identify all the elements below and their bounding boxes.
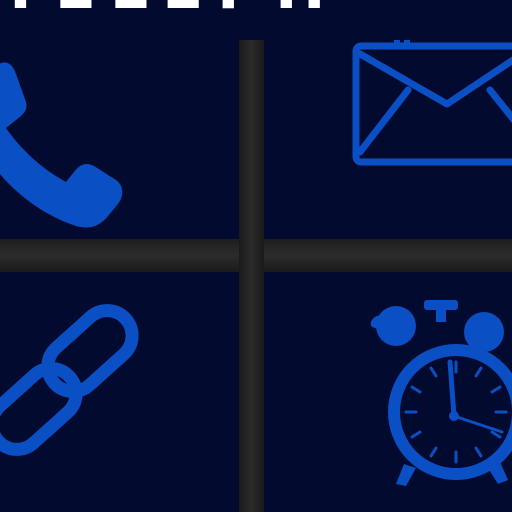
link-tile[interactable] [0, 272, 239, 512]
mail-tile[interactable] [264, 40, 512, 239]
alarm-clock-icon [370, 300, 512, 486]
mail-icon [352, 40, 512, 166]
link-icon [0, 304, 139, 456]
partial-heading: TELEPH [0, 0, 512, 18]
alarm-clock-tile[interactable] [264, 272, 512, 512]
icon-grid-canvas: TELEPH [0, 0, 512, 512]
phone-tile[interactable] [0, 40, 239, 239]
vertical-divider [239, 40, 264, 512]
phone-icon [0, 62, 123, 228]
